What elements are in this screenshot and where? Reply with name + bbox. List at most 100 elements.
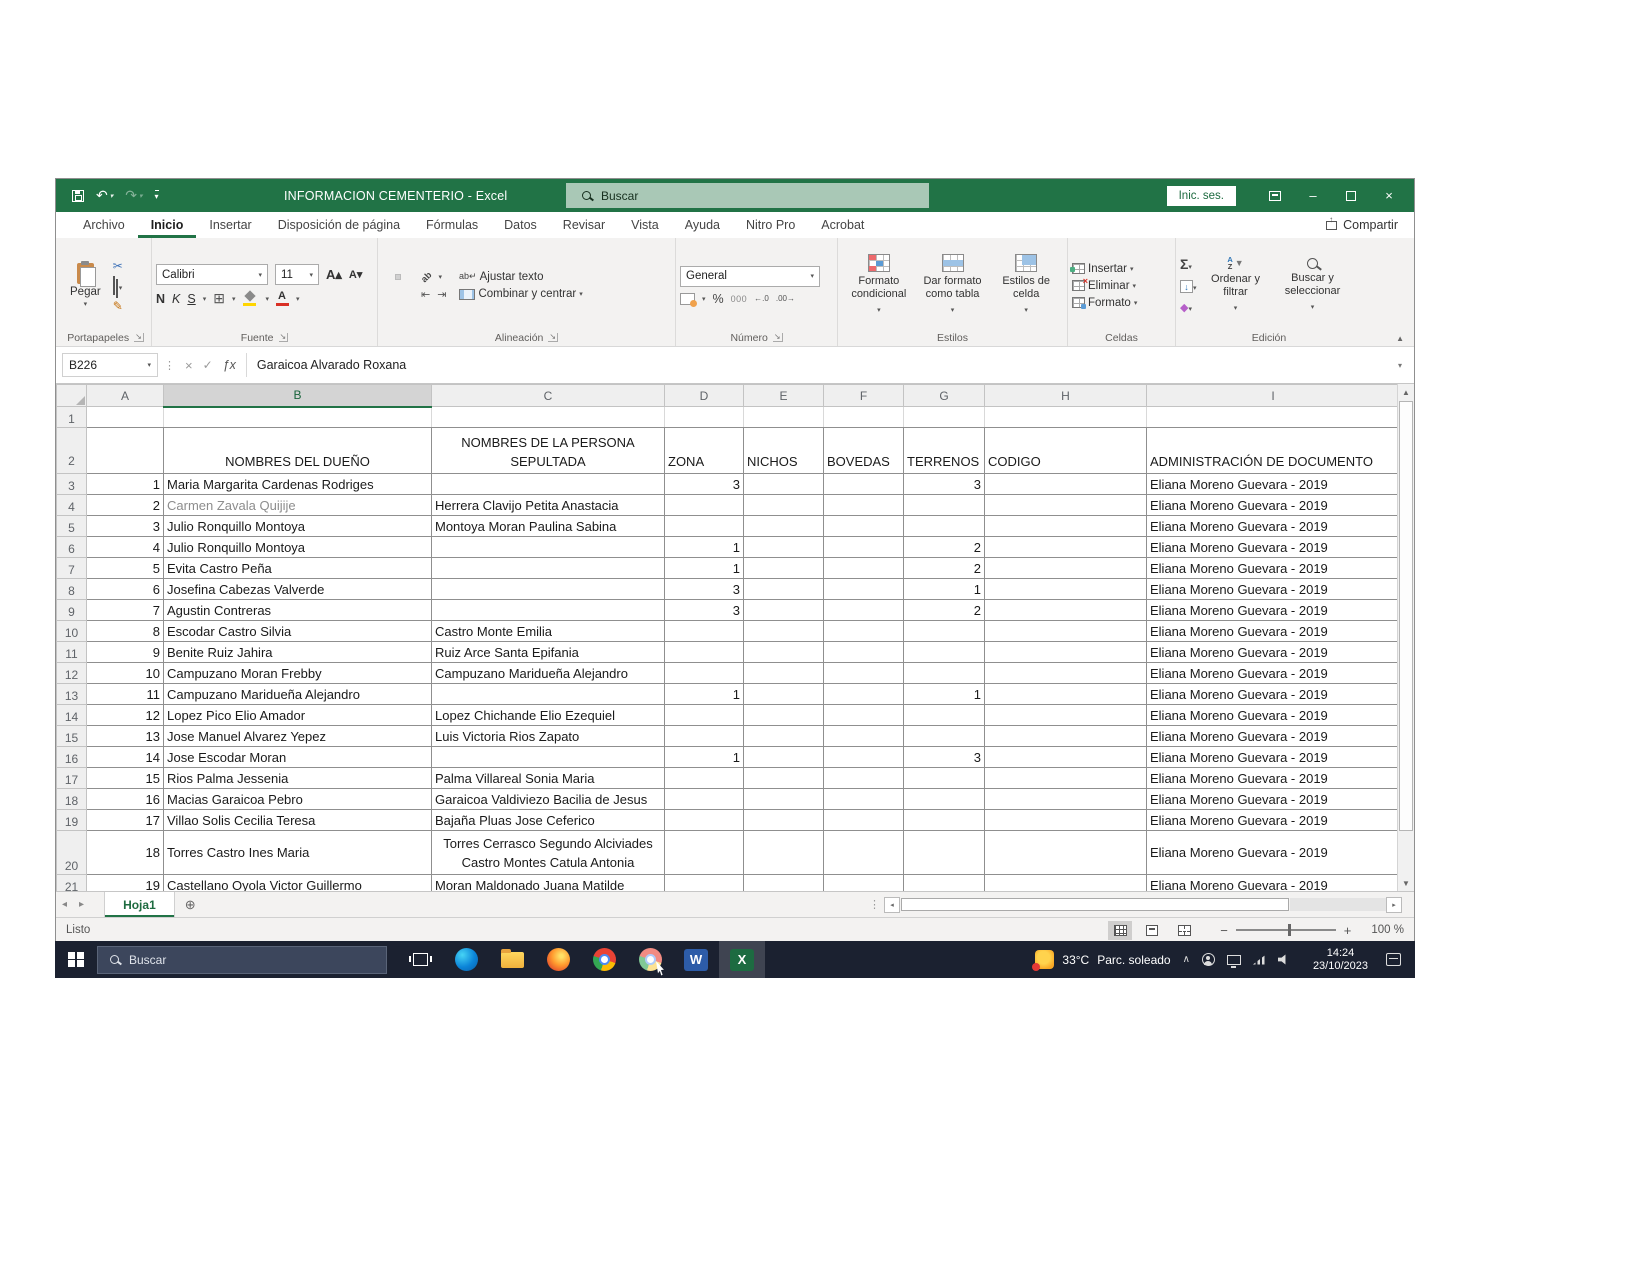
cancel-icon[interactable]: ×	[185, 358, 193, 373]
cell-G2[interactable]: TERRENOS	[904, 428, 985, 474]
cell-D10[interactable]	[665, 621, 744, 642]
cell-A10[interactable]: 8	[87, 621, 164, 642]
tab-insertar[interactable]: Insertar	[196, 212, 264, 238]
cell-H10[interactable]	[985, 621, 1147, 642]
cell-I3[interactable]: Eliana Moreno Guevara - 2019	[1147, 474, 1400, 495]
cell-E12[interactable]	[744, 663, 824, 684]
delete-cells-button[interactable]: Eliminar▾	[1072, 280, 1137, 292]
cell-D1[interactable]	[665, 407, 744, 428]
column-header-B[interactable]: B	[164, 385, 432, 407]
align-right-icon[interactable]	[408, 291, 414, 297]
scroll-up-icon[interactable]: ▲	[1398, 384, 1414, 400]
cell-A17[interactable]: 15	[87, 768, 164, 789]
cell-C13[interactable]	[432, 684, 665, 705]
cell-E2[interactable]: NICHOS	[744, 428, 824, 474]
cell-E9[interactable]	[744, 600, 824, 621]
cell-G7[interactable]: 2	[904, 558, 985, 579]
cell-D12[interactable]	[665, 663, 744, 684]
number-dialog-launcher-icon[interactable]: ↘	[773, 333, 783, 342]
start-button[interactable]	[55, 941, 97, 978]
volume-tray-icon[interactable]	[1278, 954, 1291, 965]
autosum-icon[interactable]: Σ▾	[1180, 256, 1192, 274]
excel-button[interactable]	[719, 941, 765, 978]
cell-G12[interactable]	[904, 663, 985, 684]
cell-C16[interactable]	[432, 747, 665, 768]
cell-A19[interactable]: 17	[87, 810, 164, 831]
cell-I14[interactable]: Eliana Moreno Guevara - 2019	[1147, 705, 1400, 726]
cell-I15[interactable]: Eliana Moreno Guevara - 2019	[1147, 726, 1400, 747]
cell-C2[interactable]: NOMBRES DE LA PERSONASEPULTADA	[432, 428, 665, 474]
vertical-scrollbar[interactable]: ▲ ▼	[1397, 384, 1414, 891]
firefox-button[interactable]	[535, 941, 581, 978]
cell-styles-button[interactable]: Estilos de celda▾	[989, 254, 1063, 317]
tab-ayuda[interactable]: Ayuda	[672, 212, 733, 238]
comma-style-icon[interactable]: 000	[731, 294, 748, 304]
cell-I9[interactable]: Eliana Moreno Guevara - 2019	[1147, 600, 1400, 621]
cell-H3[interactable]	[985, 474, 1147, 495]
cell-H18[interactable]	[985, 789, 1147, 810]
cell-G17[interactable]	[904, 768, 985, 789]
cell-E10[interactable]	[744, 621, 824, 642]
cell-F6[interactable]	[824, 537, 904, 558]
normal-view-button[interactable]	[1108, 921, 1132, 940]
align-center-icon[interactable]	[395, 291, 401, 297]
bold-button[interactable]: N	[156, 292, 165, 306]
zoom-in-icon[interactable]: +	[1344, 923, 1352, 938]
row-header-21[interactable]: 21	[57, 875, 87, 892]
alignment-dialog-launcher-icon[interactable]: ↘	[548, 333, 558, 342]
cell-D16[interactable]: 1	[665, 747, 744, 768]
cell-I2[interactable]: ADMINISTRACIÓN DE DOCUMENTO	[1147, 428, 1400, 474]
zoom-level[interactable]: 100 %	[1371, 924, 1404, 936]
merge-center-button[interactable]: Combinar y centrar▾	[459, 288, 582, 300]
cell-E6[interactable]	[744, 537, 824, 558]
cell-F20[interactable]	[824, 831, 904, 875]
cell-I10[interactable]: Eliana Moreno Guevara - 2019	[1147, 621, 1400, 642]
cell-A14[interactable]: 12	[87, 705, 164, 726]
tab-revisar[interactable]: Revisar	[550, 212, 618, 238]
sort-filter-button[interactable]: ▼ Ordenar y filtrar▾	[1203, 256, 1269, 315]
taskbar-search-box[interactable]: Buscar	[97, 946, 387, 974]
formula-input[interactable]: Garaicoa Alvarado Roxana	[247, 358, 1392, 372]
increase-indent-icon[interactable]: ⇥	[437, 288, 446, 301]
cell-D13[interactable]: 1	[665, 684, 744, 705]
cell-H4[interactable]	[985, 495, 1147, 516]
row-header-12[interactable]: 12	[57, 663, 87, 684]
font-size-select[interactable]: 11▾	[275, 264, 319, 285]
maximize-button[interactable]	[1334, 182, 1368, 209]
column-header-C[interactable]: C	[432, 385, 665, 407]
tab-nitro-pro[interactable]: Nitro Pro	[733, 212, 808, 238]
cell-A2[interactable]	[87, 428, 164, 474]
cell-C20[interactable]: Torres Cerrasco Segundo AlciviadesCastro…	[432, 831, 665, 875]
cell-F7[interactable]	[824, 558, 904, 579]
cell-D20[interactable]	[665, 831, 744, 875]
row-header-3[interactable]: 3	[57, 474, 87, 495]
cell-H14[interactable]	[985, 705, 1147, 726]
cell-F4[interactable]	[824, 495, 904, 516]
wrap-text-button[interactable]: ab↵ Ajustar texto	[459, 271, 543, 283]
cell-H17[interactable]	[985, 768, 1147, 789]
cell-C3[interactable]	[432, 474, 665, 495]
cell-F1[interactable]	[824, 407, 904, 428]
cell-F18[interactable]	[824, 789, 904, 810]
cell-C14[interactable]: Lopez Chichande Elio Ezequiel	[432, 705, 665, 726]
cell-G18[interactable]	[904, 789, 985, 810]
cell-A4[interactable]: 2	[87, 495, 164, 516]
find-select-button[interactable]: Buscar y seleccionar▾	[1275, 258, 1351, 314]
row-header-17[interactable]: 17	[57, 768, 87, 789]
cell-A1[interactable]	[87, 407, 164, 428]
undo-icon[interactable]: ↶▾	[96, 187, 113, 204]
title-search-box[interactable]: Buscar	[566, 183, 929, 208]
column-header-H[interactable]: H	[985, 385, 1147, 407]
cell-I7[interactable]: Eliana Moreno Guevara - 2019	[1147, 558, 1400, 579]
cell-A21[interactable]: 19	[87, 875, 164, 892]
customize-quick-access-icon[interactable]: ▾	[155, 190, 159, 201]
row-header-19[interactable]: 19	[57, 810, 87, 831]
cell-E14[interactable]	[744, 705, 824, 726]
cell-C15[interactable]: Luis Victoria Rios Zapato	[432, 726, 665, 747]
cell-C12[interactable]: Campuzano Maridueña Alejandro	[432, 663, 665, 684]
tab-fórmulas[interactable]: Fórmulas	[413, 212, 491, 238]
cell-E20[interactable]	[744, 831, 824, 875]
cell-H8[interactable]	[985, 579, 1147, 600]
browser-profile-button[interactable]	[627, 941, 673, 978]
cell-F3[interactable]	[824, 474, 904, 495]
